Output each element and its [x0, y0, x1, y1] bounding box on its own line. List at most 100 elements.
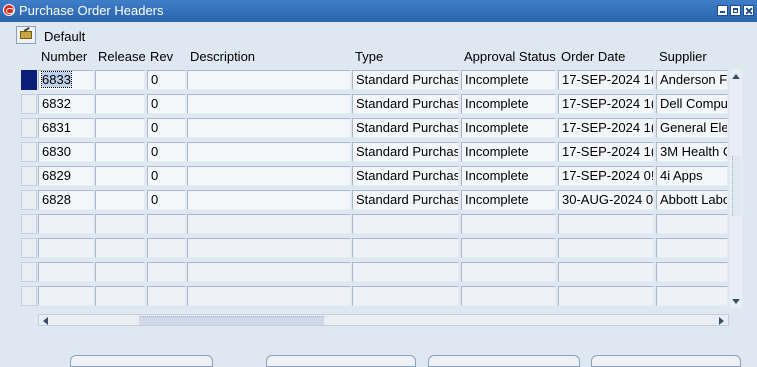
open-folder-button[interactable] [16, 26, 36, 44]
column-header-approval-status[interactable]: Approval Status [461, 46, 556, 68]
cell-release[interactable] [95, 214, 145, 234]
column-header-order-date[interactable]: Order Date [558, 46, 654, 68]
scroll-right-icon[interactable] [719, 317, 724, 325]
row-selector[interactable] [21, 190, 37, 210]
cell-supplier[interactable] [656, 214, 728, 234]
cell-description[interactable] [187, 238, 351, 258]
cell-number[interactable]: 6831 [38, 118, 94, 138]
cell-description[interactable] [187, 94, 351, 114]
row-selector[interactable] [21, 262, 37, 282]
cell-approval-status[interactable]: Incomplete [461, 94, 556, 114]
row-selector[interactable] [21, 118, 37, 138]
cell-number[interactable]: 6833 [38, 70, 94, 90]
cell-release[interactable] [95, 190, 145, 210]
cell-supplier[interactable] [656, 262, 728, 282]
cell-number[interactable] [38, 262, 94, 282]
cell-release[interactable] [95, 262, 145, 282]
cell-rev[interactable]: 0 [147, 190, 186, 210]
cell-rev[interactable]: 0 [147, 70, 186, 90]
vertical-scrollbar[interactable] [730, 70, 742, 308]
cell-order-date[interactable]: 30-AUG-2024 0 [558, 190, 654, 210]
cell-type[interactable]: Standard Purchas [352, 118, 459, 138]
cell-description[interactable] [187, 262, 351, 282]
cell-rev[interactable] [147, 214, 186, 234]
cell-release[interactable] [95, 142, 145, 162]
horizontal-scrollbar[interactable] [38, 314, 729, 326]
cell-order-date[interactable]: 17-SEP-2024 1( [558, 70, 654, 90]
column-header-type[interactable]: Type [352, 46, 459, 68]
column-header-number[interactable]: Number [38, 46, 94, 68]
row-selector[interactable] [21, 214, 37, 234]
cell-release[interactable] [95, 238, 145, 258]
cell-order-date[interactable] [558, 262, 654, 282]
cell-order-date[interactable] [558, 214, 654, 234]
cell-type[interactable]: Standard Purchas [352, 70, 459, 90]
minimize-icon[interactable] [717, 5, 728, 16]
cell-rev[interactable]: 0 [147, 94, 186, 114]
close-icon[interactable] [743, 5, 754, 16]
column-header-description[interactable]: Description [187, 46, 351, 68]
cell-description[interactable] [187, 142, 351, 162]
cell-description[interactable] [187, 70, 351, 90]
cell-number[interactable]: 6832 [38, 94, 94, 114]
cell-number[interactable]: 6829 [38, 166, 94, 186]
cell-release[interactable] [95, 118, 145, 138]
cell-number[interactable] [38, 214, 94, 234]
bottom-button-1[interactable] [70, 355, 213, 367]
cell-supplier[interactable] [656, 238, 728, 258]
scroll-up-icon[interactable] [732, 74, 740, 79]
cell-approval-status[interactable]: Incomplete [461, 70, 556, 90]
cell-rev[interactable]: 0 [147, 142, 186, 162]
cell-type[interactable]: Standard Purchas [352, 190, 459, 210]
cell-approval-status[interactable] [461, 238, 556, 258]
cell-order-date[interactable] [558, 286, 654, 306]
scroll-left-icon[interactable] [43, 317, 48, 325]
cell-approval-status[interactable]: Incomplete [461, 142, 556, 162]
column-header-release[interactable]: Release [95, 46, 145, 68]
cell-description[interactable] [187, 118, 351, 138]
bottom-button-3[interactable] [428, 355, 580, 367]
cell-type[interactable] [352, 238, 459, 258]
scroll-down-icon[interactable] [732, 299, 740, 304]
maximize-icon[interactable] [730, 5, 741, 16]
horizontal-scroll-thumb[interactable] [139, 316, 324, 325]
cell-release[interactable] [95, 70, 145, 90]
cell-release[interactable] [95, 286, 145, 306]
cell-order-date[interactable] [558, 238, 654, 258]
column-header-supplier[interactable]: Supplier [656, 46, 728, 68]
cell-approval-status[interactable] [461, 214, 556, 234]
cell-number[interactable] [38, 238, 94, 258]
cell-supplier[interactable]: 4i Apps [656, 166, 728, 186]
cell-number[interactable]: 6830 [38, 142, 94, 162]
cell-supplier[interactable]: Dell Comput [656, 94, 728, 114]
cell-rev[interactable] [147, 262, 186, 282]
cell-supplier[interactable]: Anderson Fa [656, 70, 728, 90]
cell-order-date[interactable]: 17-SEP-2024 1( [558, 142, 654, 162]
cell-description[interactable] [187, 166, 351, 186]
cell-approval-status[interactable] [461, 286, 556, 306]
column-header-rev[interactable]: Rev [147, 46, 186, 68]
cell-type[interactable] [352, 262, 459, 282]
vertical-scroll-thumb[interactable] [732, 156, 741, 216]
cell-description[interactable] [187, 190, 351, 210]
cell-order-date[interactable]: 17-SEP-2024 0! [558, 166, 654, 186]
cell-number[interactable]: 6828 [38, 190, 94, 210]
row-selector[interactable] [21, 142, 37, 162]
cell-supplier[interactable]: General Elec [656, 118, 728, 138]
cell-type[interactable]: Standard Purchas [352, 94, 459, 114]
cell-approval-status[interactable]: Incomplete [461, 190, 556, 210]
cell-rev[interactable] [147, 286, 186, 306]
cell-approval-status[interactable]: Incomplete [461, 166, 556, 186]
cell-description[interactable] [187, 214, 351, 234]
cell-release[interactable] [95, 94, 145, 114]
cell-rev[interactable]: 0 [147, 166, 186, 186]
cell-release[interactable] [95, 166, 145, 186]
bottom-button-4[interactable] [591, 355, 741, 367]
cell-type[interactable]: Standard Purchas [352, 166, 459, 186]
cell-rev[interactable]: 0 [147, 118, 186, 138]
cell-type[interactable] [352, 286, 459, 306]
row-selector[interactable] [21, 166, 37, 186]
cell-supplier[interactable]: 3M Health C [656, 142, 728, 162]
cell-number[interactable] [38, 286, 94, 306]
cell-approval-status[interactable] [461, 262, 556, 282]
